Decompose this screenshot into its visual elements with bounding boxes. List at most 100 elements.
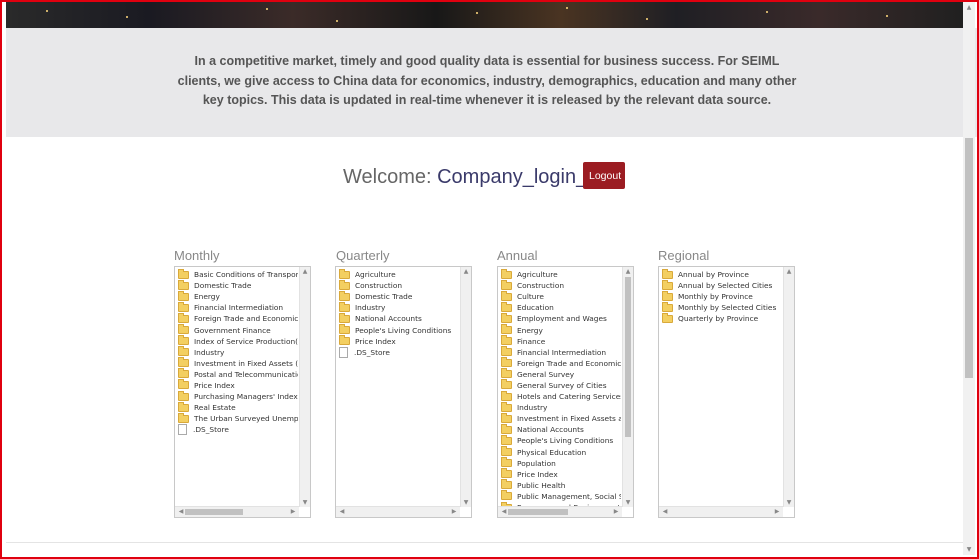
folder-item[interactable]: Education	[501, 301, 621, 313]
page-scrollbar[interactable]: ▲ ▼	[963, 2, 975, 555]
folder-item[interactable]: Employment and Wages	[501, 312, 621, 324]
vertical-scrollbar[interactable]: ▲ ▼	[783, 267, 794, 507]
scroll-up-icon[interactable]: ▲	[623, 268, 633, 275]
monthly-file-list[interactable]: Basic Conditions of Transport Domestic Tr…	[174, 266, 311, 518]
folder-item[interactable]: People's Living Conditions	[501, 434, 621, 446]
vertical-scrollbar[interactable]: ▲ ▼	[460, 267, 471, 507]
folder-item[interactable]: Annual by Selected Cities	[662, 279, 782, 291]
vertical-scroll-thumb[interactable]	[625, 277, 631, 437]
folder-icon	[501, 401, 512, 412]
folder-item[interactable]: Finance	[501, 335, 621, 347]
folder-item[interactable]: Agriculture	[501, 269, 621, 280]
folder-item[interactable]: Price Index	[178, 379, 298, 391]
folder-item[interactable]: Foreign Trade and Economic Co	[501, 357, 621, 369]
file-item[interactable]: .DS_Store	[178, 424, 298, 436]
folder-label: Education	[517, 303, 554, 313]
folder-item[interactable]: Industry	[501, 401, 621, 413]
page-scrollbar-thumb[interactable]	[965, 138, 973, 378]
folder-icon	[662, 312, 673, 323]
file-item[interactable]: .DS_Store	[339, 346, 459, 358]
folder-item[interactable]: Real Estate	[178, 401, 298, 413]
folder-item[interactable]: Financial Intermediation	[501, 346, 621, 358]
folder-item[interactable]: Basic Conditions of Transport	[178, 269, 298, 280]
folder-icon	[501, 301, 512, 312]
scroll-left-icon[interactable]: ◀	[660, 508, 670, 515]
folder-item[interactable]: Monthly by Selected Cities	[662, 301, 782, 313]
folder-label: Price Index	[194, 380, 235, 390]
folder-icon	[662, 290, 673, 301]
folder-item[interactable]: Postal and Telecommunication	[178, 368, 298, 380]
folder-item[interactable]: People's Living Conditions	[339, 324, 459, 335]
scroll-up-icon[interactable]: ▲	[784, 268, 794, 275]
folder-item[interactable]: Industry	[339, 301, 459, 313]
folder-item[interactable]: National Accounts	[339, 312, 459, 324]
scroll-down-icon[interactable]: ▼	[964, 546, 974, 553]
folder-item[interactable]: Public Health	[501, 479, 621, 491]
scroll-left-icon[interactable]: ◀	[337, 508, 347, 515]
folder-item[interactable]: Construction	[339, 279, 459, 291]
folder-item[interactable]: General Survey of Cities	[501, 379, 621, 391]
scroll-up-icon[interactable]: ▲	[300, 268, 310, 275]
logout-button[interactable]: Logout	[583, 162, 625, 189]
folder-item[interactable]: Investment in Fixed Assets (Ex	[178, 357, 298, 369]
folder-icon	[178, 324, 189, 335]
horizontal-scrollbar[interactable]: ◀ ▶	[336, 506, 460, 517]
folder-item[interactable]: Public Management, Social Sec	[501, 490, 621, 502]
folder-item[interactable]: General Survey	[501, 368, 621, 380]
folder-label: Basic Conditions of Transport	[194, 270, 298, 280]
folder-item[interactable]: Price Index	[339, 335, 459, 347]
folder-item[interactable]: Price Index	[501, 468, 621, 480]
scroll-right-icon[interactable]: ▶	[611, 508, 621, 515]
folder-label: Investment in Fixed Assets and	[517, 414, 621, 424]
folder-item[interactable]: Agriculture	[339, 269, 459, 280]
folder-item[interactable]: Purchasing Managers' Index	[178, 390, 298, 402]
vertical-scrollbar[interactable]: ▲ ▼	[299, 267, 310, 507]
scroll-right-icon[interactable]: ▶	[288, 508, 298, 515]
regional-file-list[interactable]: Annual by Province Annual by Selected Cit…	[658, 266, 795, 518]
folder-item[interactable]: Physical Education	[501, 446, 621, 458]
scroll-down-icon[interactable]: ▼	[784, 499, 794, 506]
folder-item[interactable]: Culture	[501, 290, 621, 302]
scroll-down-icon[interactable]: ▼	[300, 499, 310, 506]
horizontal-scrollbar[interactable]: ◀ ▶	[659, 506, 783, 517]
welcome-prefix: Welcome:	[343, 166, 438, 188]
folder-item[interactable]: Industry	[178, 346, 298, 358]
horizontal-scrollbar[interactable]: ◀ ▶	[498, 506, 622, 517]
folder-item[interactable]: Population	[501, 457, 621, 469]
folder-item[interactable]: Construction	[501, 279, 621, 291]
folder-icon	[662, 269, 673, 279]
horizontal-scrollbar[interactable]: ◀ ▶	[175, 506, 299, 517]
scroll-down-icon[interactable]: ▼	[461, 499, 471, 506]
folder-item[interactable]: Foreign Trade and Economic Co	[178, 312, 298, 324]
folder-item[interactable]: Government Finance	[178, 324, 298, 335]
quarterly-file-list[interactable]: Agriculture Construction Domestic Trade Ind…	[335, 266, 472, 518]
scroll-right-icon[interactable]: ▶	[772, 508, 782, 515]
horizontal-scroll-thumb[interactable]	[185, 509, 243, 515]
folder-item[interactable]: National Accounts	[501, 423, 621, 435]
annual-file-list[interactable]: Agriculture Construction Culture Education E…	[497, 266, 634, 518]
scroll-up-icon[interactable]: ▲	[461, 268, 471, 275]
folder-label: National Accounts	[355, 314, 422, 324]
folder-item[interactable]: Annual by Province	[662, 269, 782, 280]
folder-item[interactable]: Hotels and Catering Services	[501, 390, 621, 402]
footer-divider	[6, 542, 963, 543]
folder-item[interactable]: Domestic Trade	[339, 290, 459, 302]
folder-item[interactable]: The Urban Surveyed Unemploy	[178, 412, 298, 424]
folder-icon	[501, 324, 512, 335]
scroll-up-icon[interactable]: ▲	[964, 4, 974, 11]
folder-item[interactable]: Investment in Fixed Assets and	[501, 412, 621, 424]
folder-item[interactable]: Energy	[501, 324, 621, 335]
folder-item[interactable]: Financial Intermediation	[178, 301, 298, 313]
folder-icon	[662, 301, 673, 312]
folder-item[interactable]: Quarterly by Province	[662, 312, 782, 324]
folder-item[interactable]: Index of Service Production(IS	[178, 335, 298, 347]
scroll-right-icon[interactable]: ▶	[449, 508, 459, 515]
horizontal-scroll-thumb[interactable]	[508, 509, 568, 515]
scroll-down-icon[interactable]: ▼	[623, 499, 633, 506]
folder-icon	[501, 312, 512, 323]
folder-item[interactable]: Energy	[178, 290, 298, 302]
vertical-scrollbar[interactable]: ▲ ▼	[622, 267, 633, 507]
folder-icon	[339, 312, 350, 323]
folder-item[interactable]: Domestic Trade	[178, 279, 298, 291]
folder-item[interactable]: Monthly by Province	[662, 290, 782, 302]
